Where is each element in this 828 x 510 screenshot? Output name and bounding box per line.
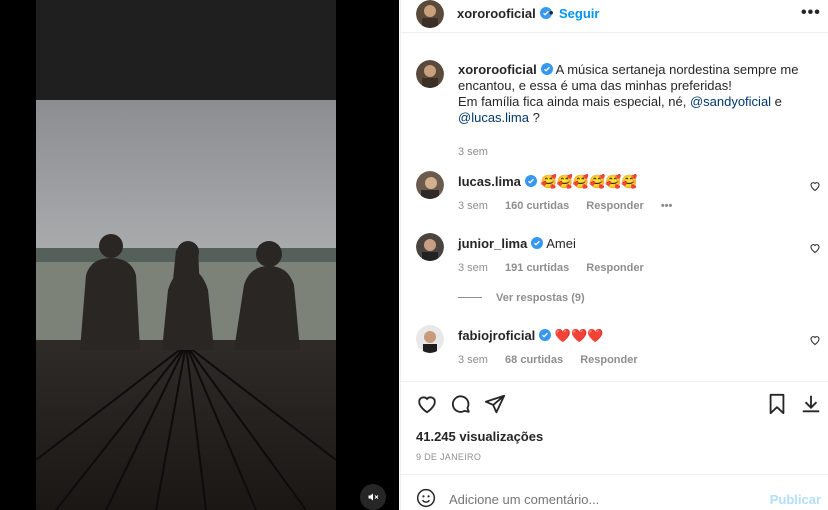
comment-time[interactable]: 3 sem	[458, 354, 488, 366]
caption-time[interactable]: 3 sem	[458, 146, 488, 158]
verified-icon	[539, 329, 552, 341]
emoji-icon[interactable]	[416, 488, 436, 508]
comment-line: junior_lima Amei	[458, 236, 576, 251]
divider	[401, 32, 828, 33]
verified-icon	[540, 63, 553, 75]
caption-meta: 3 sem	[458, 144, 816, 160]
caption-text: xororooficial A música sertaneja nordest…	[458, 62, 816, 160]
comment-username[interactable]: junior_lima	[458, 236, 527, 251]
mention-link[interactable]: @sandyoficial	[690, 94, 771, 109]
add-comment-bar: Publicar	[401, 482, 828, 510]
caption-and: e	[771, 94, 782, 109]
volume-off-icon	[368, 493, 379, 501]
views-count[interactable]: 41.245 visualizações	[416, 429, 543, 444]
avatar[interactable]	[416, 233, 444, 261]
comment-likes[interactable]: 191 curtidas	[505, 262, 569, 274]
more-options-icon[interactable]: •••	[801, 4, 821, 22]
avatar[interactable]	[416, 0, 444, 28]
heart-icon[interactable]	[416, 393, 438, 415]
download-icon[interactable]	[800, 393, 822, 415]
caption-author[interactable]: xororooficial	[458, 62, 537, 77]
comment-likes[interactable]: 68 curtidas	[505, 354, 563, 366]
comment-line: fabiojroficial ❤️❤️❤️	[458, 328, 603, 344]
comment-meta: 3 sem 160 curtidas Responder •••	[458, 200, 686, 212]
comment-username[interactable]: lucas.lima	[458, 174, 521, 189]
comment-time[interactable]: 3 sem	[458, 262, 488, 274]
view-replies-button[interactable]: Ver respostas (9)	[458, 292, 585, 304]
action-bar	[416, 393, 826, 417]
comment-line: lucas.lima 🥰🥰🥰🥰🥰🥰	[458, 174, 638, 190]
comment-item: lucas.lima 🥰🥰🥰🥰🥰🥰 3 sem 160 curtidas Res…	[416, 171, 826, 212]
comment-likes[interactable]: 160 curtidas	[505, 200, 569, 212]
separator-dot: •	[549, 5, 554, 20]
comment-meta: 3 sem 68 curtidas Responder	[458, 354, 652, 366]
comment-time[interactable]: 3 sem	[458, 200, 488, 212]
replies-dash	[458, 297, 482, 298]
avatar[interactable]	[416, 325, 444, 353]
comment-username[interactable]: fabiojroficial	[458, 328, 535, 343]
comment-options-icon[interactable]: •••	[661, 200, 673, 212]
mute-button[interactable]	[360, 484, 386, 510]
verified-icon	[524, 175, 537, 187]
heart-icon[interactable]	[809, 180, 821, 192]
follow-button[interactable]: Seguir	[559, 6, 599, 21]
divider	[401, 474, 828, 475]
reply-button[interactable]: Responder	[586, 200, 643, 212]
post-details: xororooficial • Seguir ••• xororooficial…	[400, 0, 828, 510]
post-header: xororooficial • Seguir •••	[401, 0, 828, 30]
post-media[interactable]	[0, 0, 399, 510]
post-date[interactable]: 9 DE JANEIRO	[416, 452, 481, 462]
comment-text: ❤️❤️❤️	[554, 328, 604, 343]
view-replies-label[interactable]: Ver respostas (9)	[496, 292, 585, 304]
heart-icon[interactable]	[809, 334, 821, 346]
publish-button[interactable]: Publicar	[770, 492, 821, 507]
comment-text: Amei	[546, 236, 576, 251]
avatar[interactable]	[416, 171, 444, 199]
mention-link[interactable]: @lucas.lima	[458, 110, 529, 125]
avatar[interactable]	[416, 60, 444, 88]
comment-item: fabiojroficial ❤️❤️❤️ 3 sem 68 curtidas …	[416, 325, 826, 366]
post-photo	[36, 0, 336, 510]
caption-body-2: Em família fica ainda mais especial, né,	[458, 94, 690, 109]
author-name[interactable]: xororooficial	[457, 6, 536, 21]
divider	[401, 381, 828, 382]
comment-text: 🥰🥰🥰🥰🥰🥰	[540, 174, 638, 189]
comment-meta: 3 sem 191 curtidas Responder	[458, 262, 658, 274]
reply-button[interactable]: Responder	[580, 354, 637, 366]
verified-icon	[531, 237, 544, 249]
share-icon[interactable]	[484, 393, 506, 415]
comment-input[interactable]	[449, 492, 749, 507]
reply-button[interactable]: Responder	[586, 262, 643, 274]
comment-item: junior_lima Amei 3 sem 191 curtidas Resp…	[416, 233, 826, 274]
author-username[interactable]: xororooficial	[457, 6, 552, 21]
bookmark-icon[interactable]	[766, 393, 788, 415]
heart-icon[interactable]	[809, 242, 821, 254]
comment-icon[interactable]	[450, 393, 472, 415]
caption-end: ?	[529, 110, 540, 125]
